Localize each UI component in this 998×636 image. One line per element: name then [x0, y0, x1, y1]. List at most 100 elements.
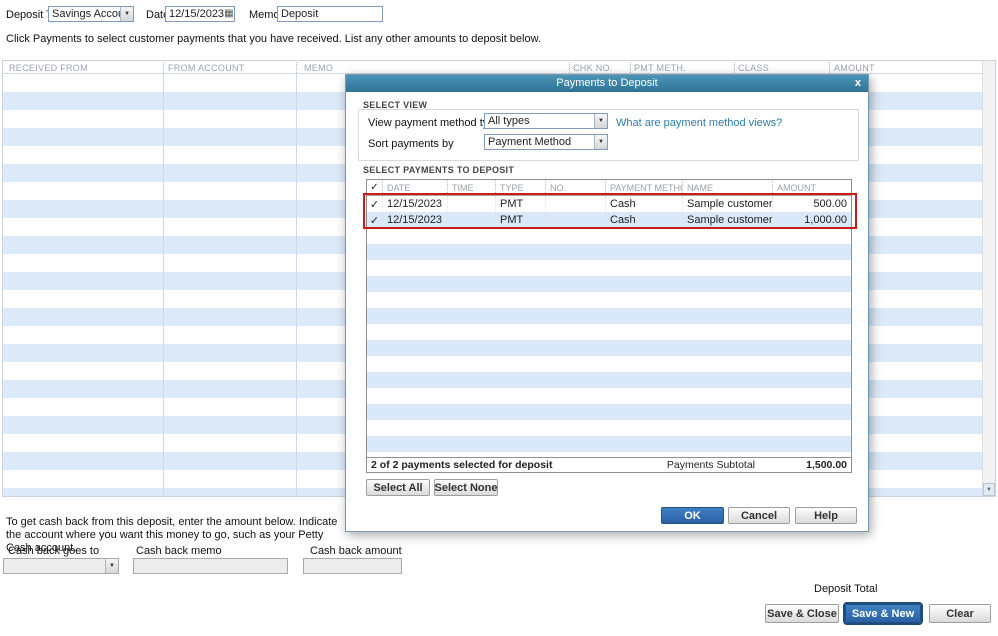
- column-separator: [569, 62, 570, 73]
- column-header-amount: AMOUNT: [834, 63, 875, 73]
- deposit-total-label: Deposit Total: [814, 583, 878, 595]
- column-separator: [296, 62, 297, 73]
- cell-payment-method: Cash: [605, 196, 682, 212]
- column-header-from-account: FROM ACCOUNT: [168, 63, 245, 73]
- payment-row[interactable]: ✓ 12/15/2023 PMT Cash Sample customer 50…: [367, 196, 851, 212]
- column-header-type: TYPE: [495, 180, 545, 195]
- save-close-button[interactable]: Save & Close: [765, 604, 839, 623]
- cell-type: PMT: [495, 196, 545, 212]
- view-method-value: All types: [488, 115, 530, 127]
- empty-row: [367, 324, 851, 340]
- ok-button[interactable]: OK: [661, 507, 724, 524]
- chevron-down-icon[interactable]: ▼: [105, 559, 118, 573]
- empty-row: [367, 308, 851, 324]
- column-header-chk-no: CHK NO.: [573, 63, 613, 73]
- cell-time: [447, 196, 495, 212]
- empty-row: [367, 228, 851, 244]
- column-separator: [630, 62, 631, 73]
- view-method-label: View payment method type: [368, 117, 501, 129]
- cell-no: [545, 196, 605, 212]
- deposit-grid-header: RECEIVED FROM FROM ACCOUNT MEMO CHK NO. …: [3, 61, 982, 74]
- empty-row: [367, 340, 851, 356]
- cell-payment-method: Cash: [605, 212, 682, 228]
- column-header-class: CLASS: [738, 63, 770, 73]
- payments-table-body: ✓ 12/15/2023 PMT Cash Sample customer 50…: [367, 196, 851, 457]
- cell-date: 12/15/2023: [382, 196, 447, 212]
- column-header-received-from: RECEIVED FROM: [9, 63, 88, 73]
- save-new-button[interactable]: Save & New: [845, 604, 921, 623]
- selected-count-text: 2 of 2 payments selected for deposit: [371, 459, 553, 471]
- close-icon[interactable]: x: [855, 75, 861, 92]
- empty-row: [367, 420, 851, 436]
- empty-row: [367, 244, 851, 260]
- column-header-date: DATE: [382, 180, 447, 195]
- sort-payments-select[interactable]: Payment Method ▼: [484, 134, 608, 150]
- empty-row: [367, 260, 851, 276]
- scroll-down-icon[interactable]: ▼: [983, 483, 995, 496]
- payments-to-deposit-dialog: Payments to Deposit x SELECT VIEW View p…: [345, 74, 869, 532]
- date-input[interactable]: 12/15/2023 ▦: [165, 6, 235, 22]
- payment-row[interactable]: ✓ 12/15/2023 PMT Cash Sample customer 1,…: [367, 212, 851, 228]
- payment-method-views-link[interactable]: What are payment method views?: [616, 117, 782, 129]
- select-payments-label: SELECT PAYMENTS TO DEPOSIT: [363, 165, 515, 175]
- memo-label: Memo: [249, 9, 280, 21]
- column-header-memo: MEMO: [304, 63, 334, 73]
- payments-table-header: ✓ DATE TIME TYPE NO. PAYMENT METHOD NAME…: [367, 180, 851, 196]
- grid-line: [163, 74, 164, 496]
- column-separator: [163, 62, 164, 73]
- check-column-header: ✓: [370, 182, 379, 193]
- column-separator: [829, 62, 830, 73]
- empty-row: [367, 372, 851, 388]
- cell-date: 12/15/2023: [382, 212, 447, 228]
- deposit-to-value: Savings Account: [52, 8, 120, 20]
- date-value: 12/15/2023: [169, 8, 225, 20]
- select-all-button[interactable]: Select All: [366, 479, 430, 496]
- cash-back-amount-label: Cash back amount: [310, 545, 402, 557]
- cell-time: [447, 212, 495, 228]
- make-deposits-window: Deposit To Savings Account ▼ Date 12/15/…: [0, 0, 998, 636]
- memo-value: Deposit: [281, 8, 319, 20]
- cash-back-goes-to-select[interactable]: ▼: [3, 558, 119, 574]
- memo-input[interactable]: Deposit: [277, 6, 383, 22]
- empty-row: [367, 292, 851, 308]
- column-header-no: NO.: [545, 180, 605, 195]
- column-header-amount: AMOUNT: [772, 180, 851, 195]
- cell-no: [545, 212, 605, 228]
- checkmark-icon[interactable]: ✓: [367, 212, 382, 228]
- payments-subtotal-value: 1,500.00: [806, 459, 847, 471]
- cash-back-amount-input[interactable]: [303, 558, 402, 574]
- select-none-button[interactable]: Select None: [434, 479, 498, 496]
- view-method-select[interactable]: All types ▼: [484, 113, 608, 129]
- empty-row: [367, 388, 851, 404]
- cash-back-memo-label: Cash back memo: [136, 545, 222, 557]
- column-header-payment-method: PAYMENT METHOD: [605, 180, 682, 195]
- cell-name: Sample customer: [682, 212, 772, 228]
- empty-row: [367, 276, 851, 292]
- dialog-titlebar[interactable]: Payments to Deposit x: [346, 75, 868, 92]
- checkmark-icon[interactable]: ✓: [367, 196, 382, 212]
- calendar-icon[interactable]: ▦: [224, 9, 233, 19]
- column-separator: [734, 62, 735, 73]
- vertical-scrollbar[interactable]: ▼: [982, 61, 995, 496]
- cash-back-memo-input[interactable]: [133, 558, 288, 574]
- chevron-down-icon[interactable]: ▼: [120, 7, 133, 21]
- help-button[interactable]: Help: [795, 507, 857, 524]
- column-header-pmt-meth: PMT METH.: [634, 63, 687, 73]
- cancel-button[interactable]: Cancel: [728, 507, 790, 524]
- instruction-text: Click Payments to select customer paymen…: [6, 33, 541, 45]
- column-header-name: NAME: [682, 180, 772, 195]
- dialog-title: Payments to Deposit: [556, 77, 658, 89]
- grid-line: [296, 74, 297, 496]
- cell-amount: 1,000.00: [772, 212, 851, 228]
- payments-table: ✓ DATE TIME TYPE NO. PAYMENT METHOD NAME…: [366, 179, 852, 473]
- empty-row: [367, 436, 851, 452]
- cell-name: Sample customer: [682, 196, 772, 212]
- clear-button[interactable]: Clear: [929, 604, 991, 623]
- chevron-down-icon[interactable]: ▼: [594, 114, 607, 128]
- chevron-down-icon[interactable]: ▼: [594, 135, 607, 149]
- deposit-to-select[interactable]: Savings Account ▼: [48, 6, 134, 22]
- empty-row: [367, 404, 851, 420]
- sort-payments-value: Payment Method: [488, 136, 572, 148]
- cell-type: PMT: [495, 212, 545, 228]
- cash-back-goes-to-label: Cash back goes to: [8, 545, 100, 557]
